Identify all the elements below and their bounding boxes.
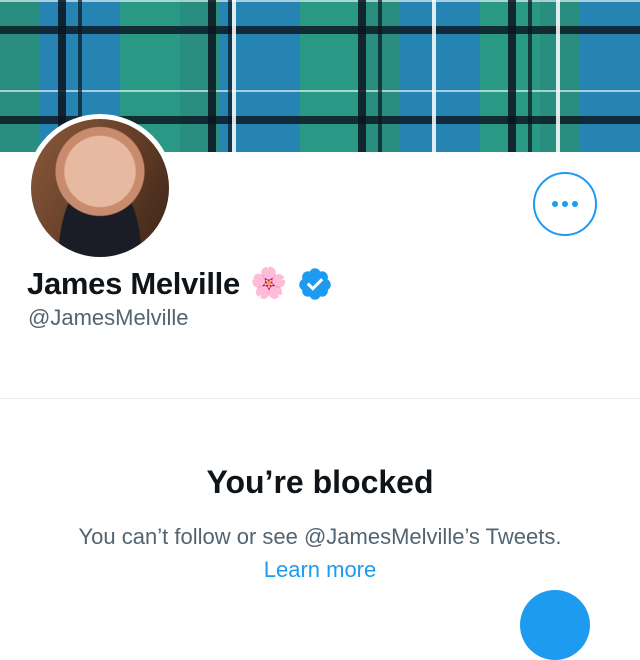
banner-stripe (556, 0, 560, 152)
banner-stripe (232, 0, 236, 152)
learn-more-link[interactable]: Learn more (0, 557, 640, 583)
more-horizontal-icon (552, 201, 578, 207)
more-options-button[interactable] (533, 172, 597, 236)
blocked-message: You can’t follow or see @JamesMelville’s… (78, 524, 562, 549)
verified-badge-icon (299, 268, 332, 300)
profile-name: James Melville (27, 266, 240, 301)
avatar[interactable] (26, 114, 174, 262)
profile-name-row: James Melville 🌸 (27, 262, 333, 306)
banner-stripe (432, 0, 436, 152)
blocked-title: You’re blocked (206, 464, 434, 500)
compose-tweet-button[interactable] (520, 590, 590, 660)
divider (0, 398, 640, 399)
cherry-blossom-icon: 🌸 (249, 267, 288, 300)
profile-handle: @JamesMelville (28, 305, 189, 330)
